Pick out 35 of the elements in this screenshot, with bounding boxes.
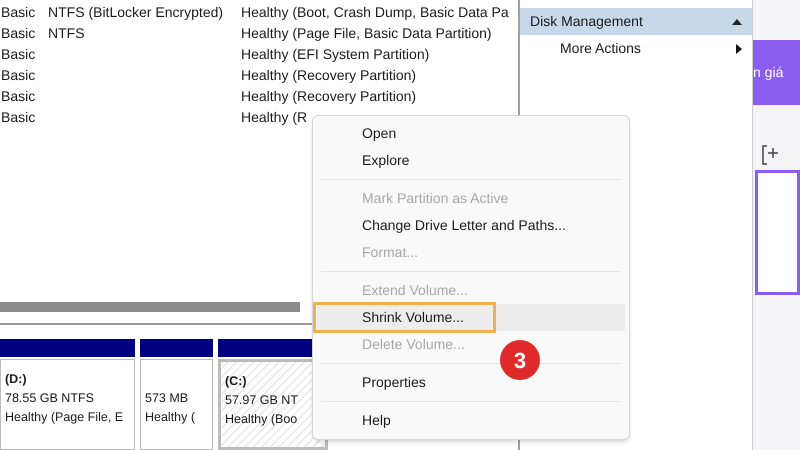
table-cell-text: Basic — [0, 24, 36, 43]
table-cell-text: Basic — [0, 3, 36, 22]
partition-status: Healthy (Boo — [225, 411, 298, 428]
banner-text: n giá — [753, 63, 784, 82]
table-cell-text: Healthy (Page File, Basic Data Partition) — [241, 24, 492, 43]
drive-letter: (C:) — [225, 373, 248, 390]
drive-letter: (D:) — [5, 371, 28, 388]
menu-item[interactable]: Properties — [357, 372, 431, 393]
partition-status: Healthy (Page File, E — [5, 409, 124, 426]
menu-item[interactable]: Change Drive Letter and Paths... — [357, 215, 571, 236]
partition-size: 78.55 GB NTFS — [5, 390, 95, 407]
actions-title: Disk Management — [530, 12, 643, 31]
menu-item[interactable]: Open — [357, 123, 402, 144]
scrollbar-thumb[interactable] — [0, 302, 300, 312]
submenu-arrow-icon — [736, 44, 742, 54]
table-cell-text: Healthy (Recovery Partition) — [241, 66, 416, 85]
table-cell-text: Basic — [0, 87, 36, 106]
table-cell-text: Basic — [0, 108, 36, 127]
table-cell-text: Basic — [0, 66, 36, 85]
table-cell-text: Basic — [0, 45, 36, 64]
table-cell-text: Healthy (EFI System Partition) — [241, 45, 430, 64]
partition-size: 573 MB — [145, 390, 190, 407]
table-cell-text: Healthy (Boot, Crash Dump, Basic Data Pa — [241, 3, 509, 22]
table-cell-text: Healthy (R — [241, 108, 308, 127]
partition-status: Healthy ( — [145, 409, 196, 426]
table-cell-text: Healthy (Recovery Partition) — [241, 87, 416, 106]
collapse-icon — [732, 18, 742, 24]
table-cell: NTFS — [48, 25, 85, 41]
actions-header[interactable]: Disk Management — [520, 8, 752, 35]
menu-item[interactable]: Help — [357, 410, 396, 431]
partition-size: 57.97 GB NT — [225, 392, 299, 409]
menu-item[interactable]: Shrink Volume... — [357, 307, 469, 328]
menu-item[interactable]: Explore — [357, 150, 414, 171]
action-item[interactable]: More Actions — [520, 35, 752, 62]
table-cell: NTFS (BitLocker Encrypted) — [48, 4, 224, 20]
